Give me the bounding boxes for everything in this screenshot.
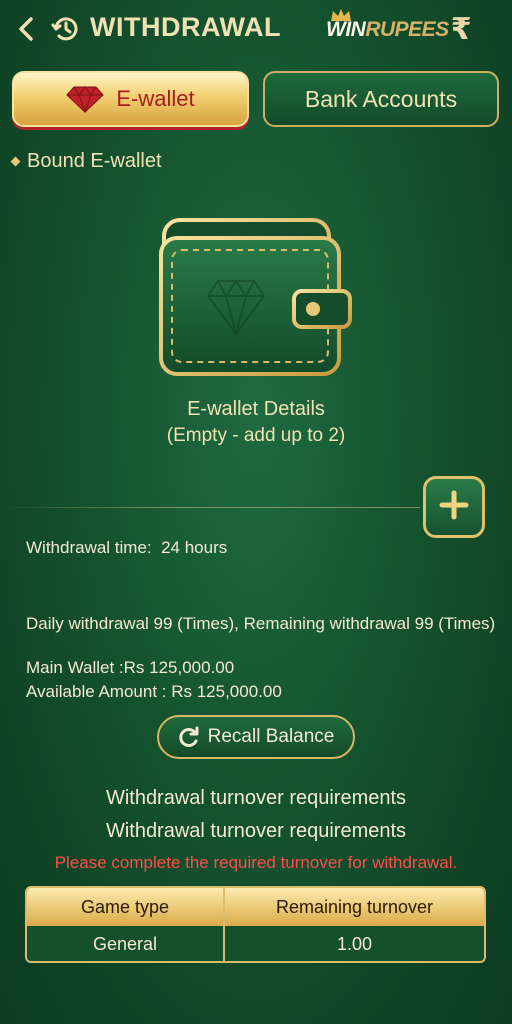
table-row: General 1.00 bbox=[27, 926, 484, 961]
add-ewallet-button[interactable] bbox=[423, 476, 485, 538]
section-title: Bound E-wallet bbox=[10, 150, 162, 173]
chevron-left-icon[interactable] bbox=[14, 14, 40, 44]
turnover-warning: Please complete the required turnover fo… bbox=[54, 853, 458, 872]
divider bbox=[0, 507, 420, 508]
daily-withdrawal-text: Daily withdrawal 99 (Times), Remaining w… bbox=[26, 614, 496, 633]
tab-bank-label: Bank Accounts bbox=[304, 85, 458, 112]
tab-ewallet-label: E-wallet bbox=[116, 86, 195, 111]
withdrawal-time-text: Withdrawal time: 24 hours bbox=[26, 538, 228, 557]
turnover-requirement-subtitle: Withdrawal turnover requirements bbox=[105, 820, 407, 842]
table-cell-game-type: General bbox=[27, 926, 225, 961]
page-title: WITHDRAWAL bbox=[90, 12, 281, 42]
table-header-remaining: Remaining turnover bbox=[275, 896, 434, 917]
available-amount-text: Available Amount : Rs 125,000.00 bbox=[26, 682, 282, 701]
brand-rupees-text: RUPEES bbox=[365, 18, 449, 41]
tab-bar: E-wallet Bank Accounts bbox=[12, 71, 500, 129]
turnover-requirement-title: Withdrawal turnover requirements bbox=[105, 787, 407, 809]
rupee-symbol: ₹ bbox=[450, 13, 472, 46]
recall-balance-label: Recall Balance bbox=[207, 726, 335, 747]
section-title-text: Bound E-wallet bbox=[27, 150, 162, 172]
refresh-icon bbox=[178, 726, 200, 748]
wallet-icon bbox=[158, 216, 354, 378]
history-clock-icon[interactable] bbox=[50, 13, 82, 45]
ewallet-details-title: E-wallet Details bbox=[187, 398, 325, 420]
plus-icon bbox=[439, 490, 469, 525]
recall-balance-button[interactable]: Recall Balance bbox=[157, 715, 355, 759]
table-header-row: Game type Remaining turnover bbox=[27, 888, 484, 926]
turnover-table: Game type Remaining turnover General 1.0… bbox=[25, 886, 486, 963]
tab-ewallet[interactable]: E-wallet bbox=[12, 71, 249, 127]
main-wallet-text: Main Wallet :Rs 125,000.00 bbox=[26, 658, 235, 677]
table-cell-remaining: 1.00 bbox=[336, 934, 373, 954]
tab-bank-accounts[interactable]: Bank Accounts bbox=[263, 71, 499, 127]
brand-logo: WIN RUPEES ₹ bbox=[326, 9, 502, 50]
bullet-diamond-icon bbox=[10, 156, 21, 167]
diamond-gem-icon bbox=[66, 85, 105, 114]
header-bar: WITHDRAWAL WIN RUPEES ₹ bbox=[0, 0, 512, 58]
crown-icon bbox=[331, 9, 351, 21]
ewallet-details-subtitle: (Empty - add up to 2) bbox=[166, 425, 346, 446]
table-header-game-type: Game type bbox=[27, 888, 225, 926]
